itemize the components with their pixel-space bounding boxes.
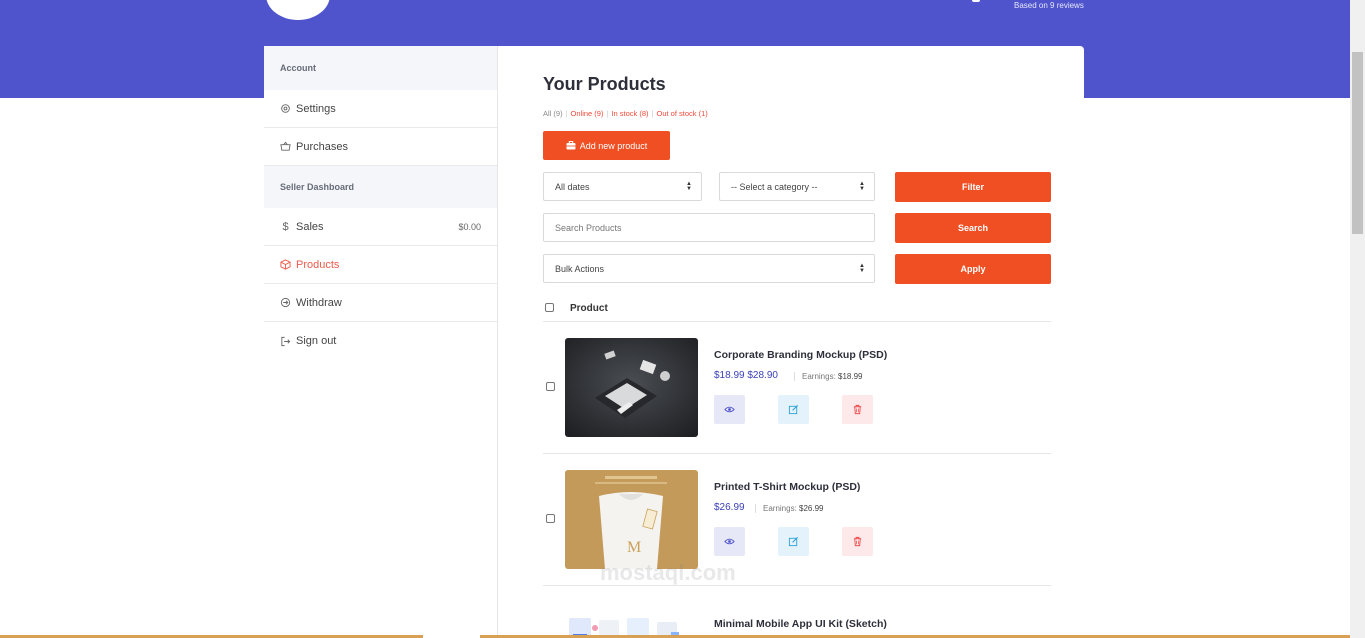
edit-button[interactable] bbox=[778, 527, 809, 556]
gear-icon bbox=[280, 103, 291, 114]
sidebar-item-label: Sign out bbox=[296, 335, 337, 347]
earnings-value: $18.99 bbox=[838, 372, 863, 381]
trash-icon bbox=[853, 404, 862, 415]
product-name[interactable]: Minimal Mobile App UI Kit (Sketch) bbox=[714, 618, 887, 630]
status-link-online[interactable]: Online (9) bbox=[571, 109, 604, 118]
category-select-value: -- Select a category -- bbox=[731, 181, 818, 192]
sidebar-item-label: Sales bbox=[296, 220, 324, 233]
products-panel: Your Products All (9) | Online (9) | In stoc… bbox=[498, 46, 1084, 638]
withdraw-icon bbox=[280, 297, 291, 308]
row-checkbox[interactable] bbox=[546, 514, 555, 523]
product-earnings: Earnings: $18.99 bbox=[794, 372, 863, 381]
select-arrows-icon: ▲ ▼ bbox=[859, 181, 865, 192]
column-header-product: Product bbox=[570, 303, 608, 314]
earnings-label: Earnings: bbox=[802, 372, 836, 381]
briefcase-icon bbox=[566, 141, 576, 150]
sidebar-item-sign-out[interactable]: Sign out bbox=[264, 322, 497, 360]
sidebar: Account Settings Purchases Seller Dashbo… bbox=[264, 46, 498, 638]
bulk-actions-select[interactable]: Bulk Actions ▲ ▼ bbox=[543, 254, 875, 283]
status-link-in-stock[interactable]: In stock (8) bbox=[611, 109, 648, 118]
product-name[interactable]: Corporate Branding Mockup (PSD) bbox=[714, 349, 887, 361]
earnings-label: Earnings: bbox=[763, 504, 797, 513]
add-new-product-label: Add new product bbox=[579, 140, 648, 151]
product-thumbnail[interactable] bbox=[565, 602, 698, 638]
delete-button[interactable] bbox=[842, 395, 873, 424]
product-thumbnail[interactable] bbox=[565, 338, 698, 437]
edit-icon bbox=[788, 404, 799, 415]
sidebar-item-purchases[interactable]: Purchases bbox=[264, 128, 497, 166]
svg-text:M: M bbox=[627, 539, 641, 556]
eye-icon bbox=[724, 538, 735, 545]
basket-icon bbox=[280, 141, 291, 152]
watermark: mostaql.com bbox=[600, 560, 736, 585]
select-arrows-icon: ▲ ▼ bbox=[686, 181, 692, 192]
edit-icon bbox=[788, 536, 799, 547]
sign-out-icon bbox=[280, 336, 291, 347]
scrollbar-thumb[interactable] bbox=[1352, 52, 1363, 234]
product-thumbnail[interactable]: M bbox=[565, 470, 698, 569]
box-icon bbox=[280, 259, 291, 270]
sidebar-item-label: Settings bbox=[296, 102, 336, 115]
filter-button[interactable]: Filter bbox=[895, 172, 1051, 202]
sidebar-item-withdraw[interactable]: Withdraw bbox=[264, 284, 497, 322]
sidebar-item-label: Withdraw bbox=[296, 296, 342, 309]
eye-icon bbox=[724, 406, 735, 413]
add-new-product-button[interactable]: Add new product bbox=[543, 131, 670, 160]
sales-amount: $0.00 bbox=[458, 221, 481, 232]
bulk-actions-value: Bulk Actions bbox=[555, 263, 605, 274]
product-price: $18.99 $28.90 bbox=[714, 370, 778, 381]
trash-icon bbox=[853, 536, 862, 547]
date-select-value: All dates bbox=[555, 181, 590, 192]
category-select[interactable]: -- Select a category -- ▲ ▼ bbox=[719, 172, 875, 201]
search-input[interactable] bbox=[543, 213, 875, 242]
reviews-count: Based on 9 reviews bbox=[1014, 1, 1084, 10]
search-button[interactable]: Search bbox=[895, 213, 1051, 243]
sidebar-item-sales[interactable]: $ Sales $0.00 bbox=[264, 208, 497, 246]
sidebar-item-label: Products bbox=[296, 258, 340, 271]
page-title: Your Products bbox=[543, 74, 666, 94]
table-row: Minimal Mobile App UI Kit (Sketch) bbox=[543, 586, 1051, 638]
product-earnings: Earnings: $26.99 bbox=[755, 504, 824, 513]
delete-button[interactable] bbox=[842, 527, 873, 556]
select-arrows-icon: ▲ ▼ bbox=[859, 263, 865, 274]
row-checkbox[interactable] bbox=[546, 382, 555, 391]
date-select[interactable]: All dates ▲ ▼ bbox=[543, 172, 702, 201]
rating-icon bbox=[972, 0, 980, 2]
earnings-value: $26.99 bbox=[799, 504, 824, 513]
sidebar-heading-seller: Seller Dashboard bbox=[264, 166, 497, 208]
sidebar-item-products[interactable]: Products bbox=[264, 246, 497, 284]
sidebar-item-settings[interactable]: Settings bbox=[264, 90, 497, 128]
product-name[interactable]: Printed T-Shirt Mockup (PSD) bbox=[714, 481, 860, 493]
view-button[interactable] bbox=[714, 527, 745, 556]
sidebar-heading-account: Account bbox=[264, 46, 497, 90]
status-link-all[interactable]: All (9) bbox=[543, 109, 563, 118]
status-filter-links: All (9) | Online (9) | In stock (8) | Out of s… bbox=[543, 109, 708, 118]
dollar-icon: $ bbox=[282, 220, 289, 233]
product-price: $26.99 bbox=[714, 502, 745, 513]
edit-button[interactable] bbox=[778, 395, 809, 424]
sidebar-item-label: Purchases bbox=[296, 140, 348, 153]
status-link-out-of-stock[interactable]: Out of stock (1) bbox=[656, 109, 707, 118]
table-row: Corporate Branding Mockup (PSD) $18.99 $… bbox=[543, 322, 1051, 454]
table-header: Product bbox=[543, 301, 1051, 322]
select-all-checkbox[interactable] bbox=[545, 303, 554, 312]
apply-button[interactable]: Apply bbox=[895, 254, 1051, 284]
view-button[interactable] bbox=[714, 395, 745, 424]
